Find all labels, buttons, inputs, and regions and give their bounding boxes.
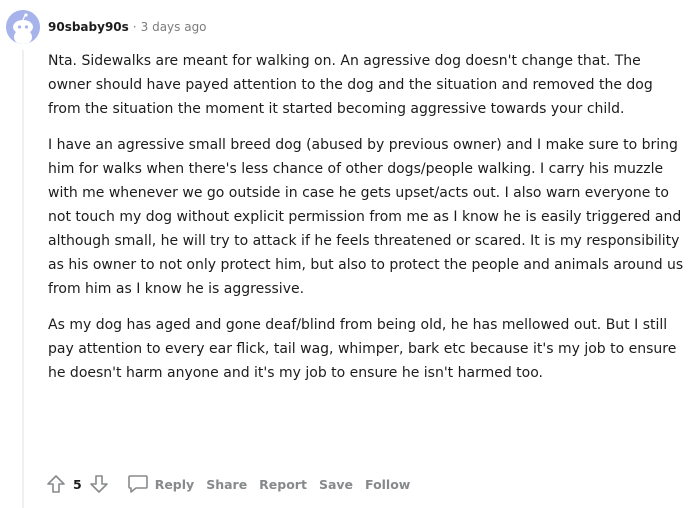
user-avatar[interactable]: [6, 10, 40, 44]
snoo-avatar-icon: [6, 10, 40, 44]
thread-line[interactable]: [22, 50, 24, 508]
comment-body: Nta. Sidewalks are meant for walking on.…: [48, 49, 688, 397]
comment-bubble-icon: [127, 475, 148, 493]
report-button[interactable]: Report: [253, 471, 313, 497]
upvote-arrow-icon: [47, 475, 65, 493]
comment-paragraph-2: I have an agressive small breed dog (abu…: [48, 137, 684, 297]
comment-actions: 5 Reply Share Report Save Follow: [44, 470, 416, 498]
comment-paragraph-3: As my dog has aged and gone deaf/blind f…: [48, 317, 677, 381]
comment-paragraph-1: Nta. Sidewalks are meant for walking on.…: [48, 53, 653, 117]
save-button[interactable]: Save: [313, 471, 359, 497]
reply-button[interactable]: Reply: [121, 471, 200, 497]
upvote-button[interactable]: [44, 472, 68, 496]
vote-score: 5: [73, 476, 82, 492]
follow-button[interactable]: Follow: [359, 471, 416, 497]
comment-meta: 90sbaby90s · 3 days ago: [48, 18, 207, 36]
author-name[interactable]: 90sbaby90s: [48, 20, 129, 34]
downvote-button[interactable]: [87, 472, 111, 496]
comment: 90sbaby90s · 3 days ago Nta. Sidewalks are…: [0, 0, 700, 508]
downvote-arrow-icon: [89, 475, 108, 493]
meta-separator: ·: [132, 20, 137, 34]
timestamp[interactable]: 3 days ago: [141, 20, 207, 34]
share-button[interactable]: Share: [200, 471, 253, 497]
reply-label: Reply: [154, 476, 195, 492]
